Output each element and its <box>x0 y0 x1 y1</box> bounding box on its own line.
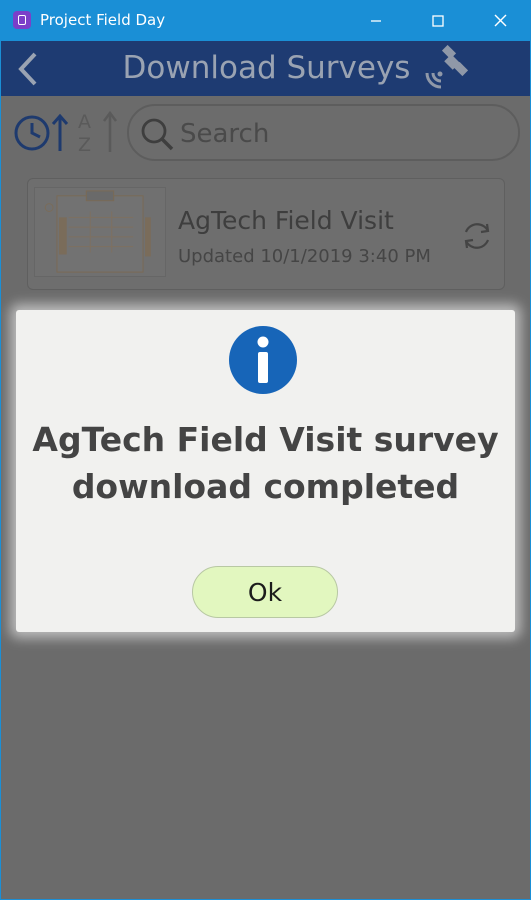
minimize-icon <box>371 19 381 22</box>
close-icon <box>494 14 506 27</box>
svg-text:Z: Z <box>78 134 91 156</box>
download-complete-dialog: AgTech Field Visit survey download compl… <box>16 310 515 632</box>
search-icon <box>141 118 174 151</box>
app-logo-icon <box>13 11 31 29</box>
close-button[interactable] <box>469 0 531 41</box>
refresh-icon[interactable] <box>460 219 494 253</box>
sort-alphabetical-icon[interactable]: A Z <box>76 108 120 156</box>
app-header: Download Surveys <box>1 41 530 96</box>
satellite-gps-icon[interactable] <box>421 45 469 91</box>
sort-by-time-icon[interactable] <box>12 111 70 155</box>
search-input[interactable]: Search <box>127 104 520 161</box>
maximize-button[interactable] <box>407 0 469 41</box>
svg-text:A: A <box>78 111 91 133</box>
window-title: Project Field Day <box>40 11 166 29</box>
window-titlebar[interactable]: Project Field Day <box>0 0 531 41</box>
survey-updated-timestamp: Updated 10/1/2019 3:40 PM <box>178 246 431 267</box>
dialog-message: AgTech Field Visit survey download compl… <box>32 420 499 506</box>
ok-button[interactable]: Ok <box>192 566 338 618</box>
info-icon <box>229 326 297 394</box>
maximize-icon <box>432 14 444 27</box>
survey-list-item[interactable]: AgTech Field Visit Updated 10/1/2019 3:4… <box>27 178 505 290</box>
search-placeholder: Search <box>180 119 270 149</box>
clipboard-illustration <box>34 187 166 277</box>
survey-title: AgTech Field Visit <box>178 206 394 235</box>
minimize-button[interactable] <box>345 0 407 41</box>
